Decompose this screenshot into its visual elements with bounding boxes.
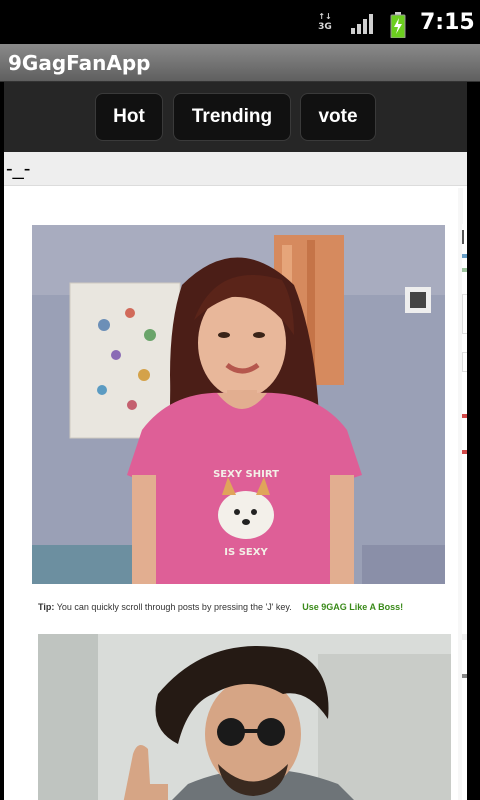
- signal-icon: [351, 14, 373, 34]
- face-text: -_-: [6, 158, 31, 180]
- tip-label: Tip:: [38, 602, 55, 612]
- trending-button[interactable]: Trending: [173, 93, 291, 141]
- 3g-icon: ↑↓ 3G: [318, 12, 332, 32]
- post-card: SEXY SHIRT IS SEXY Tip: You can quickly …: [8, 188, 458, 800]
- shirt-text-top: SEXY SHIRT: [213, 469, 279, 480]
- post-image[interactable]: SEXY SHIRT IS SEXY: [32, 225, 445, 584]
- vote-button[interactable]: vote: [300, 93, 376, 141]
- hot-button[interactable]: Hot: [95, 93, 163, 141]
- face-strip: -_-: [4, 152, 467, 186]
- tip-message: You can quickly scroll through posts by …: [56, 602, 292, 612]
- battery-charging-icon: [390, 12, 406, 38]
- status-bar: ↑↓ 3G 7:15: [0, 0, 480, 44]
- tip-text: Tip: You can quickly scroll through post…: [38, 602, 403, 612]
- scrollbar[interactable]: [467, 152, 480, 800]
- shirt-text-bottom: IS SEXY: [224, 547, 268, 558]
- post-image[interactable]: [38, 634, 451, 800]
- title-bar: 9GagFanApp: [0, 44, 480, 82]
- web-content[interactable]: -_- SEXY SHIRT IS SEXY Tip: You can quic…: [4, 152, 467, 800]
- post-list[interactable]: SEXY SHIRT IS SEXY Tip: You can quickly …: [8, 188, 467, 800]
- boss-link[interactable]: Use 9GAG Like A Boss!: [302, 602, 403, 612]
- tab-button-bar: Hot Trending vote: [4, 82, 467, 152]
- clock: 7:15: [420, 10, 475, 35]
- app-title: 9GagFanApp: [8, 51, 151, 75]
